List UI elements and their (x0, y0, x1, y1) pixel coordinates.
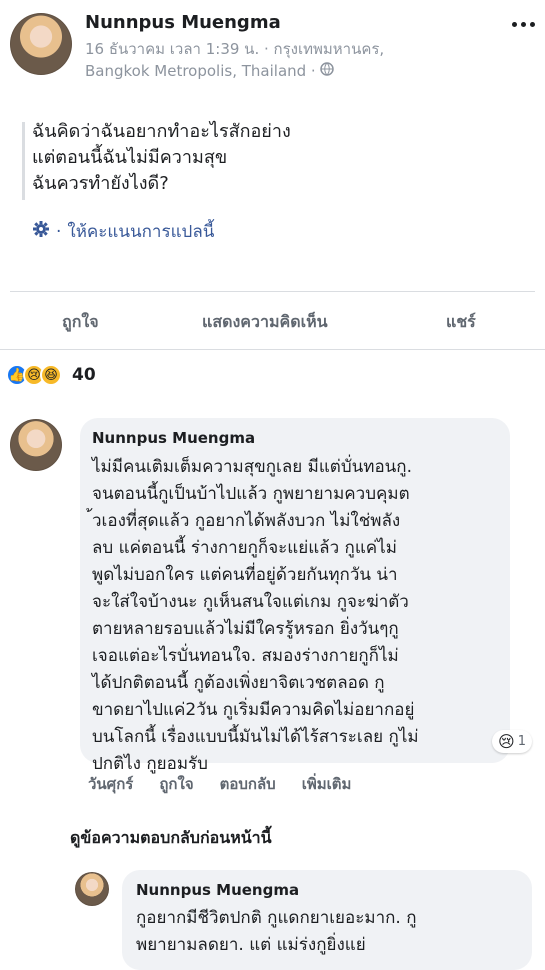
translate-label: ให้คะแนนการแปลนี้ (67, 222, 215, 242)
comment-reply-button[interactable]: ตอบกลับ (220, 772, 276, 796)
timestamp-line-1: 16 ธันวาคม เวลา 1:39 น. · กรุงเทพมหานคร, (85, 40, 385, 58)
globe-icon (319, 60, 334, 82)
post-timestamp[interactable]: 16 ธันวาคม เวลา 1:39 น. · กรุงเทพมหานคร,… (85, 38, 525, 82)
gear-icon (32, 220, 50, 243)
post-text: ฉันคิดว่าฉันอยากทำอะไรสักอย่าง แต่ตอนนี้… (32, 119, 291, 197)
haha-reaction-icon: 😆 (40, 364, 62, 386)
reaction-count: 40 (72, 365, 96, 385)
comment-author-avatar[interactable] (10, 419, 62, 471)
view-previous-replies-link[interactable]: ดูข้อความตอบกลับก่อนหน้านี้ (70, 826, 272, 851)
post-author-name[interactable]: Nunnpus Muengma (85, 12, 281, 33)
comment-like-button[interactable]: ถูกใจ (159, 772, 193, 796)
reply-author-avatar[interactable] (75, 872, 109, 906)
comment-author-name[interactable]: Nunnpus Muengma (92, 429, 255, 447)
reply-author-name[interactable]: Nunnpus Muengma (136, 881, 299, 899)
comment-day[interactable]: วันศุกร์ (88, 772, 133, 796)
action-bar-top-divider (10, 291, 535, 292)
translate-separator: · (56, 221, 62, 242)
timestamp-line-2: Bangkok Metropolis, Thailand · (85, 62, 316, 80)
like-button[interactable]: ถูกใจ (62, 310, 99, 335)
reply-bubble: Nunnpus Muengma กูอยากมีชีวิตปกติ กูแดกย… (122, 870, 532, 970)
comment-reaction-badge[interactable]: 😢 1 (492, 730, 532, 753)
post-quote-bar (22, 122, 25, 200)
post-author-avatar[interactable] (10, 13, 72, 75)
more-options-icon[interactable] (508, 14, 538, 34)
post-text-line-2: แต่ตอนนี้ฉันไม่มีความสุข (32, 147, 228, 168)
comment-text: ไม่มีคนเติมเต็มความสุขกูเลย มีแต่บั่นทอน… (92, 457, 419, 774)
comment-actions: วันศุกร์ ถูกใจ ตอบกลับ เพิ่มเติม (88, 772, 351, 796)
comment-reaction-count: 1 (517, 734, 526, 749)
post-text-line-1: ฉันคิดว่าฉันอยากทำอะไรสักอย่าง (32, 121, 291, 142)
rate-translation-link[interactable]: · ให้คะแนนการแปลนี้ (32, 218, 214, 245)
post-text-line-3: ฉันควรทำยังไงดี? (32, 173, 169, 194)
comment-bubble: Nunnpus Muengma ไม่มีคนเติมเต็มความสุขกู… (80, 418, 510, 774)
reactions-summary[interactable]: 👍 😢 😆 40 (6, 364, 96, 386)
sad-reaction-icon: 😢 (498, 732, 515, 751)
share-button[interactable]: แชร์ (446, 310, 476, 335)
action-bar-bottom-divider (0, 349, 545, 350)
comment-button[interactable]: แสดงความคิดเห็น (202, 310, 328, 335)
reply-text: กูอยากมีชีวิตปกติ กูแดกยาเยอะมาก. กู พยา… (136, 908, 417, 955)
comment-more-button[interactable]: เพิ่มเติม (302, 772, 352, 796)
